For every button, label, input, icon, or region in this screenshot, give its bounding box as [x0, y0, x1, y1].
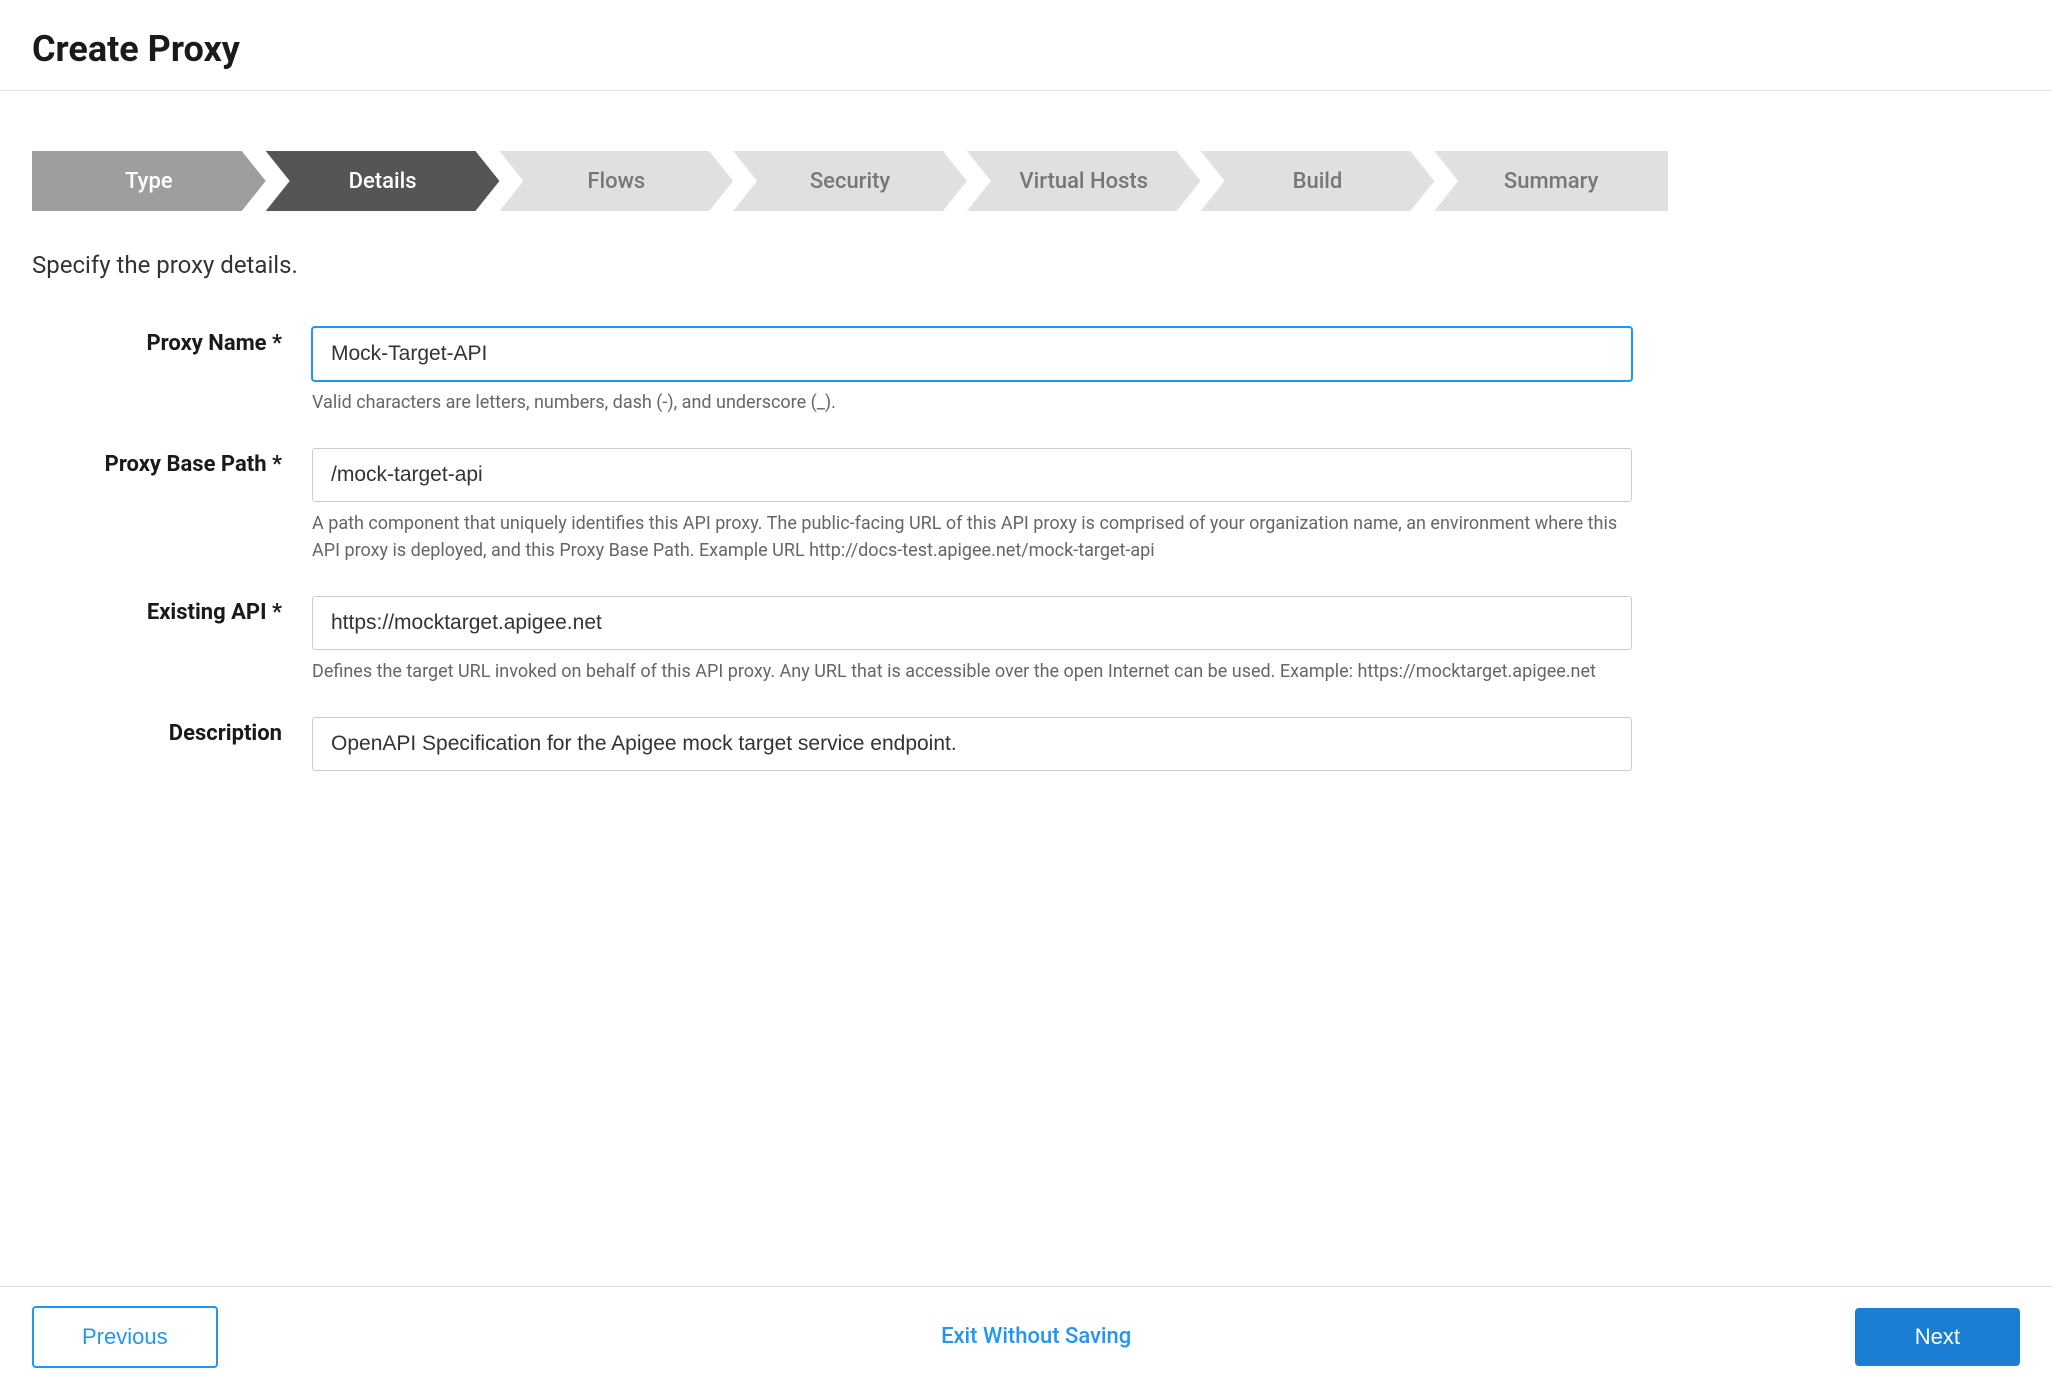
previous-button[interactable]: Previous [32, 1306, 218, 1368]
exit-button[interactable]: Exit Without Saving [941, 1324, 1131, 1349]
proxy-base-path-field-container: A path component that uniquely identifie… [312, 436, 1632, 584]
description-field-container [312, 705, 1632, 791]
step-summary[interactable]: Summary [1434, 151, 1668, 211]
proxy-base-path-hint: A path component that uniquely identifie… [312, 510, 1632, 564]
existing-api-field-container: Defines the target URL invoked on behalf… [312, 584, 1632, 705]
existing-api-label: Existing API * [32, 584, 312, 705]
bottom-bar: Previous Exit Without Saving Next [0, 1286, 2052, 1386]
description-input[interactable] [312, 717, 1632, 771]
form-subtitle: Specify the proxy details. [32, 251, 1668, 279]
step-build[interactable]: Build [1201, 151, 1435, 211]
proxy-base-path-label: Proxy Base Path * [32, 436, 312, 584]
step-details[interactable]: Details [266, 151, 500, 211]
proxy-name-input[interactable] [312, 327, 1632, 381]
page-title: Create Proxy [32, 28, 2020, 70]
step-security[interactable]: Security [733, 151, 967, 211]
page-header: Create Proxy [0, 0, 2052, 91]
proxy-details-form: Proxy Name * Valid characters are letter… [32, 315, 1632, 791]
proxy-name-label: Proxy Name * [32, 315, 312, 436]
proxy-base-path-input[interactable] [312, 448, 1632, 502]
stepper: Type Details Flows Security Virtual Host… [32, 151, 1668, 211]
description-label: Description [32, 705, 312, 791]
next-button[interactable]: Next [1855, 1308, 2020, 1366]
proxy-name-hint: Valid characters are letters, numbers, d… [312, 389, 1632, 416]
main-content: Type Details Flows Security Virtual Host… [0, 91, 1700, 821]
step-flows[interactable]: Flows [499, 151, 733, 211]
step-type[interactable]: Type [32, 151, 266, 211]
existing-api-input[interactable] [312, 596, 1632, 650]
step-virtual-hosts[interactable]: Virtual Hosts [967, 151, 1201, 211]
existing-api-hint: Defines the target URL invoked on behalf… [312, 658, 1632, 685]
proxy-name-field-container: Valid characters are letters, numbers, d… [312, 315, 1632, 436]
